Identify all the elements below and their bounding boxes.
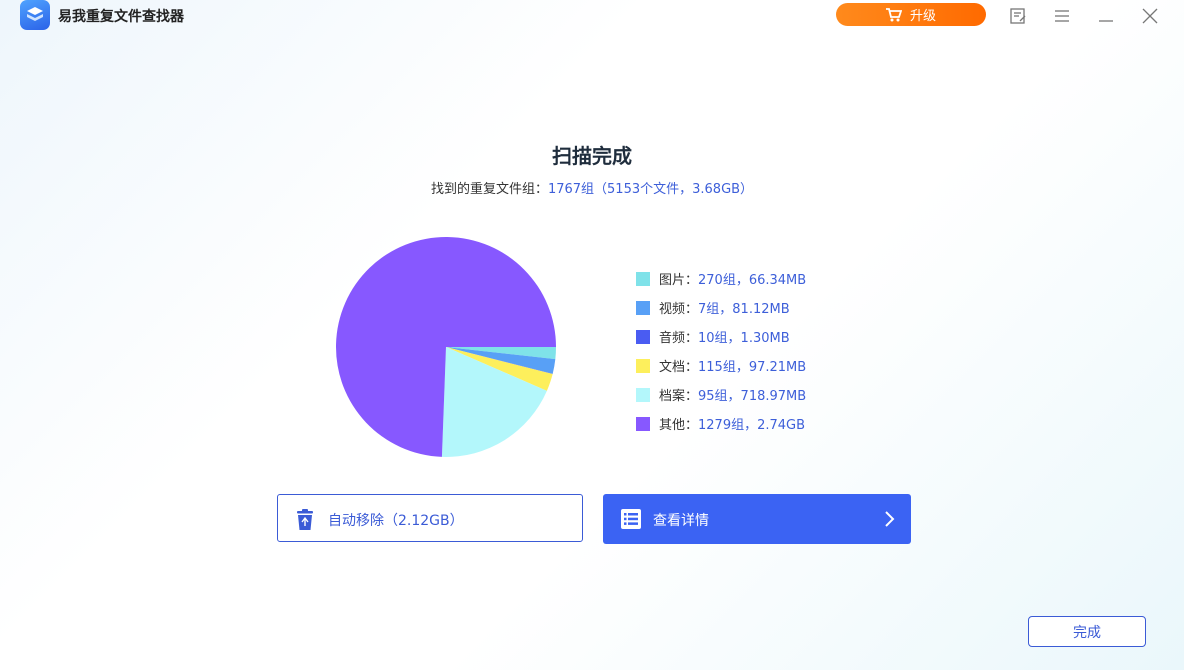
legend-value: 1279组，2.74GB [698,418,806,433]
chart-legend: 图片： 270组，66.34MB 视频： 7组，81.12MB 音频： 10组，1.30M… [636,264,806,438]
recycle-bin-icon [297,509,313,530]
done-label: 完成 [1073,624,1101,641]
legend-item: 音频： 10组，1.30MB [636,322,806,351]
upgrade-label: 升级 [909,9,936,24]
upgrade-button[interactable]: 升级 [836,3,986,26]
auto-remove-button[interactable]: 自动移除（2.12GB） [277,494,583,542]
chevron-right-icon [885,511,895,527]
legend-item: 文档： 115组，97.21MB [636,351,806,380]
legend-swatch [636,358,650,373]
app-logo-icon [20,0,50,30]
legend-value: 7组，81.12MB [698,302,790,317]
view-details-label: 查看详情 [653,513,709,529]
close-icon[interactable] [1140,6,1160,26]
legend-swatch [636,300,650,315]
legend-swatch [636,416,650,431]
legend-label: 其他： [659,418,699,433]
legend-item: 档案： 95组，718.97MB [636,380,806,409]
legend-label: 音频： [659,331,699,346]
title-bar: 易我重复文件查找器 升级 [0,0,1184,32]
duplicate-pie-chart [336,236,556,457]
legend-swatch [636,271,650,286]
feedback-icon[interactable] [1008,6,1028,26]
legend-label: 档案： [659,389,699,404]
legend-label: 视频： [659,302,699,317]
legend-label: 文档： [659,360,699,375]
legend-item: 视频： 7组，81.12MB [636,293,806,322]
legend-item: 其他： 1279组，2.74GB [636,409,806,438]
legend-swatch [636,387,650,402]
minimize-icon[interactable] [1096,6,1116,26]
menu-icon[interactable] [1052,6,1072,26]
legend-value: 95组，718.97MB [698,389,807,404]
done-button[interactable]: 完成 [1028,616,1146,647]
view-details-button[interactable]: 查看详情 [603,494,911,544]
app-title: 易我重复文件查找器 [58,9,184,25]
list-icon [621,509,641,529]
auto-remove-label: 自动移除（2.12GB） [328,513,464,529]
cart-icon [885,7,902,21]
legend-swatch [636,329,650,344]
legend-value: 270组，66.34MB [698,273,807,288]
summary-value: 1767组（5153个文件，3.68GB） [547,182,754,197]
legend-value: 10组，1.30MB [698,331,790,346]
scan-complete-title: 扫描完成 [552,144,632,168]
legend-item: 图片： 270组，66.34MB [636,264,806,293]
legend-value: 115组，97.21MB [698,360,807,375]
legend-label: 图片： [659,273,699,288]
scan-summary: 找到的重复文件组：1767组（5153个文件，3.68GB） [0,178,1184,197]
summary-label: 找到的重复文件组： [430,182,548,197]
